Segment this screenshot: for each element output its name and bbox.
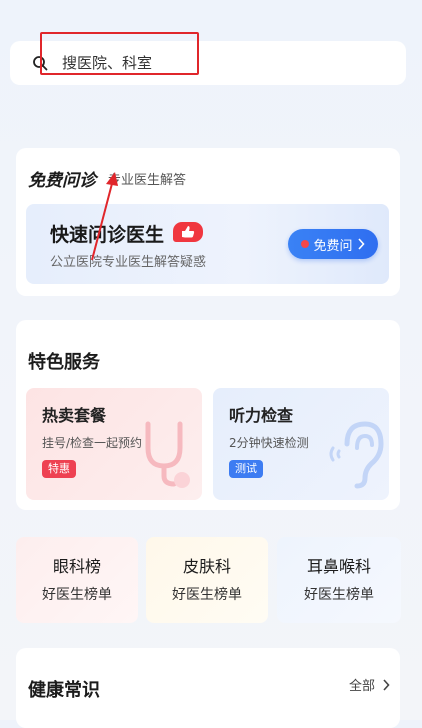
health-section-title: 健康常识 [28,680,100,701]
free-consult-button[interactable]: 免费问 [288,229,378,259]
highlight-box [40,32,199,75]
health-knowledge-card: 健康常识 全部 [16,648,400,728]
view-all-label: 全部 [349,679,376,694]
ranking-title: 眼科榜 [52,557,101,576]
service-badge: 测试 [229,460,263,478]
service-badge: 特惠 [42,460,76,478]
ranking-subtitle: 好医生榜单 [42,587,112,603]
free-consult-button-label: 免费问 [313,238,353,254]
ranking-ophthalmology[interactable]: 眼科榜 好医生榜单 [16,537,138,623]
thumbs-up-icon [173,222,203,242]
service-description: 挂号/检查一起预约 [42,436,143,450]
chevron-right-icon [357,238,365,250]
ranking-dermatology[interactable]: 皮肤科 好医生榜单 [146,537,268,623]
chevron-right-icon [383,679,390,691]
ear-icon [329,421,384,489]
quick-consult-banner[interactable]: 快速问诊医生 公立医院专业医生解答疑惑 免费问 [26,204,389,284]
service-title: 热卖套餐 [42,406,107,425]
view-all-link[interactable]: 全部 [349,675,390,694]
ranking-subtitle: 好医生榜单 [172,587,242,603]
annotation-arrow-icon [91,172,118,261]
ranking-ent[interactable]: 耳鼻喉科 好医生榜单 [277,537,401,623]
ranking-title: 耳鼻喉科 [306,557,371,576]
service-title: 听力检查 [229,406,294,425]
free-consult-card: 免费问诊 专业医生解答 快速问诊医生 公立医院专业医生解答疑惑 免费问 [16,148,400,296]
special-services-card: 特色服务 热卖套餐 挂号/检查一起预约 特惠 听力检查 2分钟快速检测 测试 [16,320,400,510]
service-description: 2分钟快速检测 [229,436,309,450]
quick-consult-description: 公立医院专业医生解答疑惑 [50,255,207,270]
ranking-subtitle: 好医生榜单 [304,587,374,603]
stethoscope-icon [145,421,190,488]
dot-icon [301,240,310,248]
services-section-title: 特色服务 [28,352,100,373]
service-hot-package[interactable]: 热卖套餐 挂号/检查一起预约 特惠 [26,388,202,500]
ranking-title: 皮肤科 [182,557,231,576]
service-hearing-test[interactable]: 听力检查 2分钟快速检测 测试 [213,388,389,500]
